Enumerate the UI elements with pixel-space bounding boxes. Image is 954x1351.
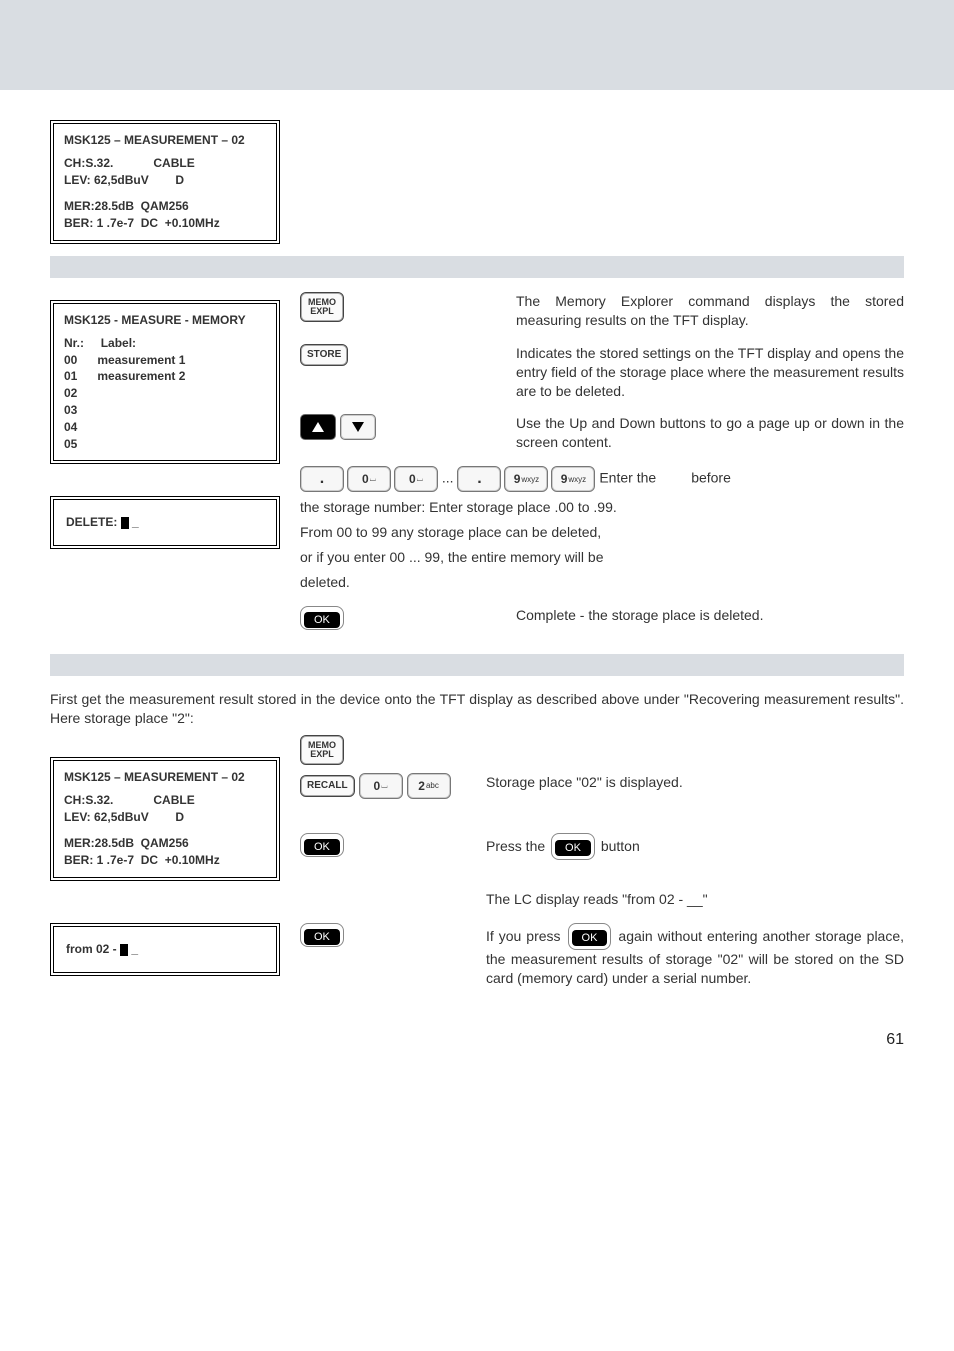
zero-key-3[interactable]: 0⌴ — [359, 773, 403, 799]
intro-text-2: First get the measurement result stored … — [50, 690, 904, 729]
dot-key-2[interactable]: . — [457, 466, 501, 492]
arrow-down-button[interactable] — [340, 414, 376, 440]
memo-expl-button[interactable]: MEMO EXPL — [300, 292, 344, 322]
lcd-measurement-1: MSK125 – MEASUREMENT – 02 CH:S.32. CABLE… — [50, 120, 280, 244]
nine-key-2[interactable]: 9wxyz — [551, 466, 595, 492]
zero-key-2[interactable]: 0⌴ — [394, 466, 438, 492]
store-button[interactable]: STORE — [300, 344, 348, 366]
zero-key-1[interactable]: 0⌴ — [347, 466, 391, 492]
lcd-delete: DELETE: _ — [50, 496, 280, 549]
page-number: 61 — [50, 1031, 904, 1049]
two-key[interactable]: 2abc — [407, 773, 451, 799]
store-text: Indicates the stored settings on the TFT… — [516, 344, 904, 401]
cursor-icon — [121, 517, 129, 529]
memo-expl-text: The Memory Explorer command displays the… — [516, 292, 904, 330]
lcd-memory-list: MSK125 - MEASURE - MEMORY Nr.: Label: 00… — [50, 300, 280, 464]
section-divider-2 — [50, 654, 904, 676]
updown-text: Use the Up and Down buttons to go a page… — [516, 414, 904, 452]
nine-key-1[interactable]: 9wxyz — [504, 466, 548, 492]
ok1-text: Complete - the storage place is deleted. — [516, 606, 904, 625]
lcd-from-02: from 02 - _ — [50, 923, 280, 976]
memo-expl-button-2[interactable]: MEMO EXPL — [300, 735, 344, 765]
ok-button-inline-1[interactable]: OK — [551, 833, 595, 860]
ok-button-inline-2[interactable]: OK — [568, 923, 612, 950]
ok-button-2[interactable]: OK — [300, 833, 344, 857]
lcd1-title: MSK125 – MEASUREMENT – 02 — [64, 132, 266, 149]
ok-button-3[interactable]: OK — [300, 923, 344, 947]
lcdisplay-text: The LC display reads "from 02 - __" — [486, 890, 904, 909]
dot-key[interactable]: . — [300, 466, 344, 492]
cursor-icon-2 — [120, 944, 128, 956]
recall-button[interactable]: RECALL — [300, 775, 355, 797]
ok-button-1[interactable]: OK — [300, 606, 344, 630]
recall-text: Storage place "02" is displayed. — [486, 773, 904, 792]
lcd-measurement-2: MSK125 – MEASUREMENT – 02 CH:S.32. CABLE… — [50, 757, 280, 881]
arrow-up-button[interactable] — [300, 414, 336, 440]
section-divider — [50, 256, 904, 278]
